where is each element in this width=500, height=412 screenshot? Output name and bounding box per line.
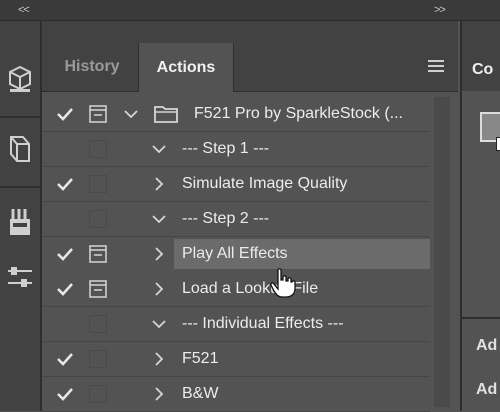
3d-shape-icon[interactable] — [0, 134, 40, 164]
check-icon[interactable] — [54, 342, 76, 376]
check-empty[interactable] — [54, 132, 76, 166]
tab-history[interactable]: History — [46, 43, 138, 91]
sliders-icon[interactable] — [0, 263, 40, 291]
action-label: B&W — [182, 385, 219, 402]
action-row[interactable]: --- Individual Effects --- — [42, 307, 430, 342]
action-label: Simulate Image Quality — [182, 175, 348, 192]
collapse-left-button[interactable]: << — [18, 4, 30, 16]
right-panel: Co Ad Ad — [460, 21, 500, 411]
chevron-right-icon[interactable] — [154, 167, 164, 201]
action-row[interactable]: Simulate Image Quality — [42, 167, 430, 202]
dialog-toggle-empty[interactable] — [89, 210, 107, 228]
check-icon[interactable] — [54, 377, 76, 411]
check-icon[interactable] — [54, 97, 76, 131]
chevron-right-icon[interactable] — [154, 342, 164, 376]
dialog-toggle-empty[interactable] — [89, 315, 107, 333]
adjustments-label: Ad — [476, 381, 498, 398]
panel-menu-icon[interactable] — [428, 59, 444, 77]
action-label: --- Step 2 --- — [182, 210, 270, 227]
action-row[interactable]: B&W — [42, 377, 430, 412]
tool-strip — [0, 21, 42, 411]
tool-divider — [0, 116, 40, 118]
chevron-right-icon[interactable] — [154, 377, 164, 411]
chevron-right-icon[interactable] — [154, 237, 164, 271]
action-row[interactable]: Play All Effects — [42, 237, 430, 271]
tab-actions[interactable]: Actions — [138, 43, 234, 92]
dialog-toggle-icon[interactable] — [89, 280, 107, 298]
hand-cursor-icon — [270, 268, 296, 303]
action-row[interactable]: F521 — [42, 342, 430, 377]
chevron-down-icon[interactable] — [152, 202, 166, 236]
check-icon[interactable] — [54, 272, 76, 306]
check-icon[interactable] — [54, 167, 76, 201]
action-label: Load a Lookup File — [182, 280, 319, 297]
action-row[interactable]: --- Step 1 --- — [42, 132, 430, 167]
background-color-swatch[interactable] — [496, 137, 500, 151]
tab-color[interactable]: Co — [472, 61, 493, 79]
folder-icon — [154, 105, 178, 128]
dialog-toggle-icon[interactable] — [89, 245, 107, 263]
right-panel-tabbar: Co — [462, 21, 500, 91]
3d-cube-icon[interactable] — [0, 65, 40, 93]
chevron-down-icon[interactable] — [152, 132, 166, 166]
chevron-down-icon[interactable] — [124, 97, 138, 131]
action-label: --- Individual Effects --- — [182, 315, 344, 332]
action-set-label: F521 Pro by SparkleStock (... — [194, 105, 403, 122]
check-empty[interactable] — [54, 307, 76, 341]
tool-divider — [0, 186, 40, 188]
brushes-icon[interactable] — [0, 207, 40, 239]
check-icon[interactable] — [54, 237, 76, 271]
chevron-down-icon[interactable] — [152, 307, 166, 341]
collapse-right-button[interactable]: >> — [434, 4, 446, 16]
action-row[interactable]: Load a Lookup File — [42, 272, 430, 307]
dialog-toggle-empty[interactable] — [89, 350, 107, 368]
action-row[interactable]: --- Step 2 --- — [42, 202, 430, 237]
panel-divider — [462, 317, 500, 319]
adjustments-tab[interactable]: Ad — [476, 337, 497, 355]
top-strip: << >> — [0, 0, 500, 21]
action-label: Play All Effects — [182, 245, 288, 262]
dialog-toggle-empty[interactable] — [89, 175, 107, 193]
dialog-toggle-icon[interactable] — [89, 105, 107, 123]
action-label: --- Step 1 --- — [182, 140, 270, 157]
chevron-right-icon[interactable] — [154, 272, 164, 306]
dialog-toggle-empty[interactable] — [89, 385, 107, 403]
actions-scrollbar[interactable] — [434, 97, 450, 407]
panel-tabbar: History Actions — [42, 21, 458, 92]
actions-panel: History Actions F521 Pro by SparkleStock… — [42, 21, 458, 412]
action-set-row[interactable]: F521 Pro by SparkleStock (... — [42, 97, 430, 132]
check-empty[interactable] — [54, 202, 76, 236]
action-label: F521 — [182, 350, 219, 367]
dialog-toggle-empty[interactable] — [89, 140, 107, 158]
